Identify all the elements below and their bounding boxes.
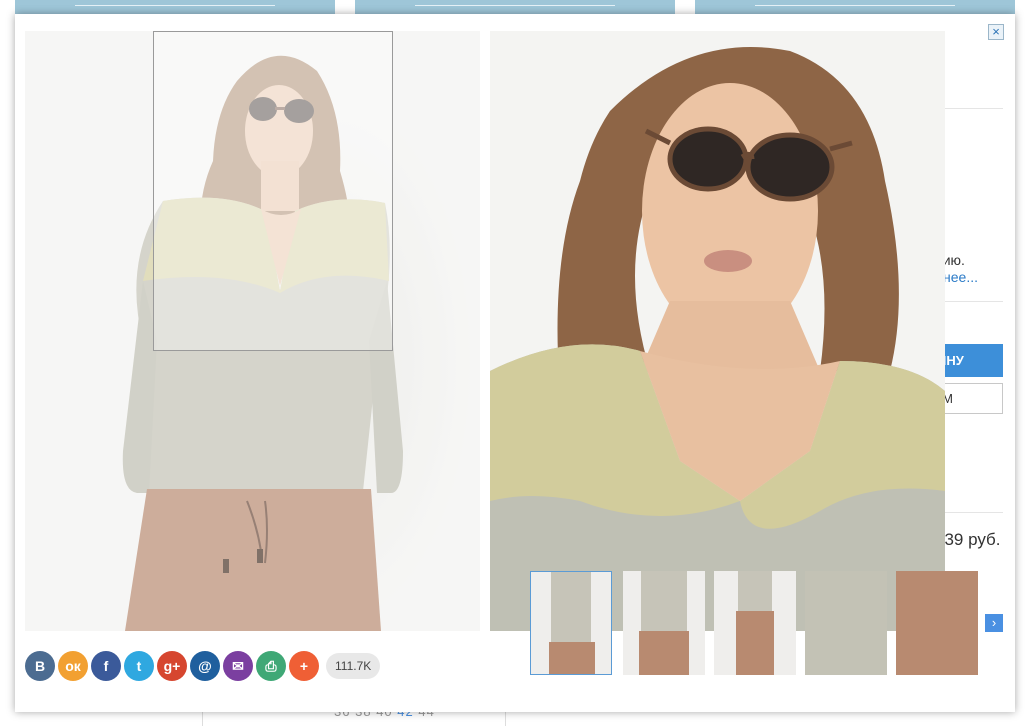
twitter-share-button[interactable]: t: [124, 651, 154, 681]
thumbnail-image: [736, 571, 774, 675]
thumbnail-1[interactable]: [530, 571, 612, 675]
chevron-right-icon: ›: [991, 615, 997, 630]
plus-icon: +: [299, 658, 309, 674]
vkontakte-share-button[interactable]: В: [25, 651, 55, 681]
email-share-button[interactable]: ✉: [223, 651, 253, 681]
background-banner-left: [15, 0, 335, 14]
background-banner-right: [695, 0, 1015, 14]
facebook-icon: f: [103, 658, 109, 674]
envelope-icon: ✉: [232, 657, 244, 674]
google-plus-share-button[interactable]: g+: [157, 651, 187, 681]
thumbnail-image: [896, 571, 978, 675]
thumbnail-image: [549, 572, 595, 674]
mail-ru-share-button[interactable]: @: [190, 651, 220, 681]
at-sign-icon: @: [198, 658, 212, 674]
thumbnail-4[interactable]: [805, 571, 887, 675]
odnoklassniki-icon: ок: [65, 658, 81, 674]
odnoklassniki-share-button[interactable]: ок: [58, 651, 88, 681]
more-share-button[interactable]: +: [289, 651, 319, 681]
thumbnail-image: [805, 571, 887, 675]
vkontakte-icon: В: [34, 658, 46, 674]
zoomed-model-illustration: [490, 47, 945, 631]
facebook-share-button[interactable]: f: [91, 651, 121, 681]
background-banner-center: [355, 0, 675, 14]
zoom-lens[interactable]: [153, 31, 393, 351]
twitter-icon: t: [136, 658, 142, 674]
image-zoom-modal: × нию. бнее... ИНУ ОМ 539 руб.: [15, 14, 1015, 712]
thumbnails-next-button[interactable]: ›: [985, 614, 1003, 632]
thumbnail-2[interactable]: [623, 571, 705, 675]
zoomed-photo-pane: [490, 31, 945, 631]
share-bar: В ок f t g+ @ ✉ ⎙ + 111.7K: [25, 650, 381, 682]
close-button[interactable]: ×: [988, 24, 1004, 40]
google-plus-icon: g+: [163, 658, 181, 674]
thumbnail-3[interactable]: [714, 571, 796, 675]
share-counter: 111.7K: [326, 653, 381, 679]
thumbnail-5[interactable]: [896, 571, 978, 675]
thumbnail-image: [639, 571, 689, 675]
printer-icon: ⎙: [265, 657, 277, 674]
close-icon: ×: [992, 24, 1000, 39]
main-product-photo[interactable]: [25, 31, 480, 631]
print-button[interactable]: ⎙: [256, 651, 286, 681]
